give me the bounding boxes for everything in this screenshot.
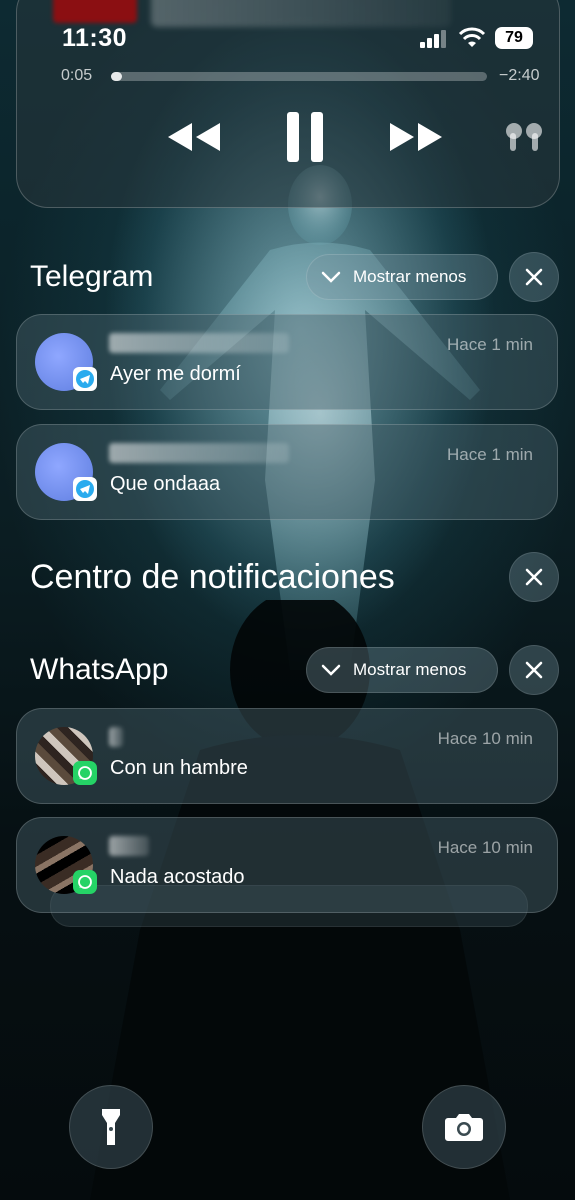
sender-name-redacted xyxy=(109,443,289,463)
notification-time: Hace 1 min xyxy=(447,445,533,464)
close-icon xyxy=(525,568,543,586)
whatsapp-app-icon xyxy=(73,870,97,894)
telegram-show-less-button[interactable]: Mostrar menos xyxy=(306,254,498,300)
close-icon xyxy=(525,268,543,286)
whatsapp-notification[interactable]: Con un hambre Hace 10 min xyxy=(16,708,558,804)
pause-icon[interactable] xyxy=(283,111,327,163)
telegram-clear-button[interactable] xyxy=(509,252,559,302)
show-less-label: Mostrar menos xyxy=(353,660,467,679)
chevron-down-icon xyxy=(321,664,341,676)
telegram-notification[interactable]: Que ondaaa Hace 1 min xyxy=(16,424,558,520)
whatsapp-app-icon xyxy=(73,761,97,785)
notification-time: Hace 10 min xyxy=(437,729,533,748)
notification-center-title: Centro de notificaciones xyxy=(30,558,395,596)
fast-forward-icon[interactable] xyxy=(387,119,445,155)
sender-name-redacted xyxy=(109,333,289,353)
rewind-icon[interactable] xyxy=(165,119,223,155)
whatsapp-show-less-button[interactable]: Mostrar menos xyxy=(306,647,498,693)
notification-message: Con un hambre xyxy=(110,757,248,779)
notification-center-clear-button[interactable] xyxy=(509,552,559,602)
telegram-section-title: Telegram xyxy=(30,260,154,293)
cellular-signal-icon xyxy=(420,30,446,48)
whatsapp-notification[interactable]: Nada acostado Hace 10 min xyxy=(16,817,558,913)
telegram-app-icon xyxy=(73,477,97,501)
flashlight-icon xyxy=(102,1109,120,1145)
notification-time: Hace 1 min xyxy=(447,335,533,354)
wifi-icon xyxy=(458,27,486,47)
status-bar: 11:30 79 xyxy=(0,0,575,70)
playback-progress-fill xyxy=(111,72,123,81)
flashlight-button[interactable] xyxy=(69,1085,153,1169)
clock: 11:30 xyxy=(62,24,128,52)
sender-name-redacted xyxy=(109,836,149,856)
telegram-app-icon xyxy=(73,367,97,391)
camera-button[interactable] xyxy=(422,1085,506,1169)
close-icon xyxy=(525,661,543,679)
telegram-notification[interactable]: Ayer me dormí Hace 1 min xyxy=(16,314,558,410)
airpods-icon[interactable] xyxy=(501,119,547,155)
whatsapp-clear-button[interactable] xyxy=(509,645,559,695)
camera-icon xyxy=(445,1114,483,1141)
notification-message: Ayer me dormí xyxy=(110,363,241,385)
whatsapp-section-title: WhatsApp xyxy=(30,653,169,686)
notification-time: Hace 10 min xyxy=(437,838,533,857)
chevron-down-icon xyxy=(321,271,341,283)
battery-indicator: 79 xyxy=(495,27,533,49)
notification-message: Nada acostado xyxy=(110,866,245,888)
show-less-label: Mostrar menos xyxy=(353,267,467,286)
sender-name-redacted xyxy=(109,727,123,747)
playback-scrubber[interactable] xyxy=(111,72,487,81)
notification-message: Que ondaaa xyxy=(110,473,221,495)
